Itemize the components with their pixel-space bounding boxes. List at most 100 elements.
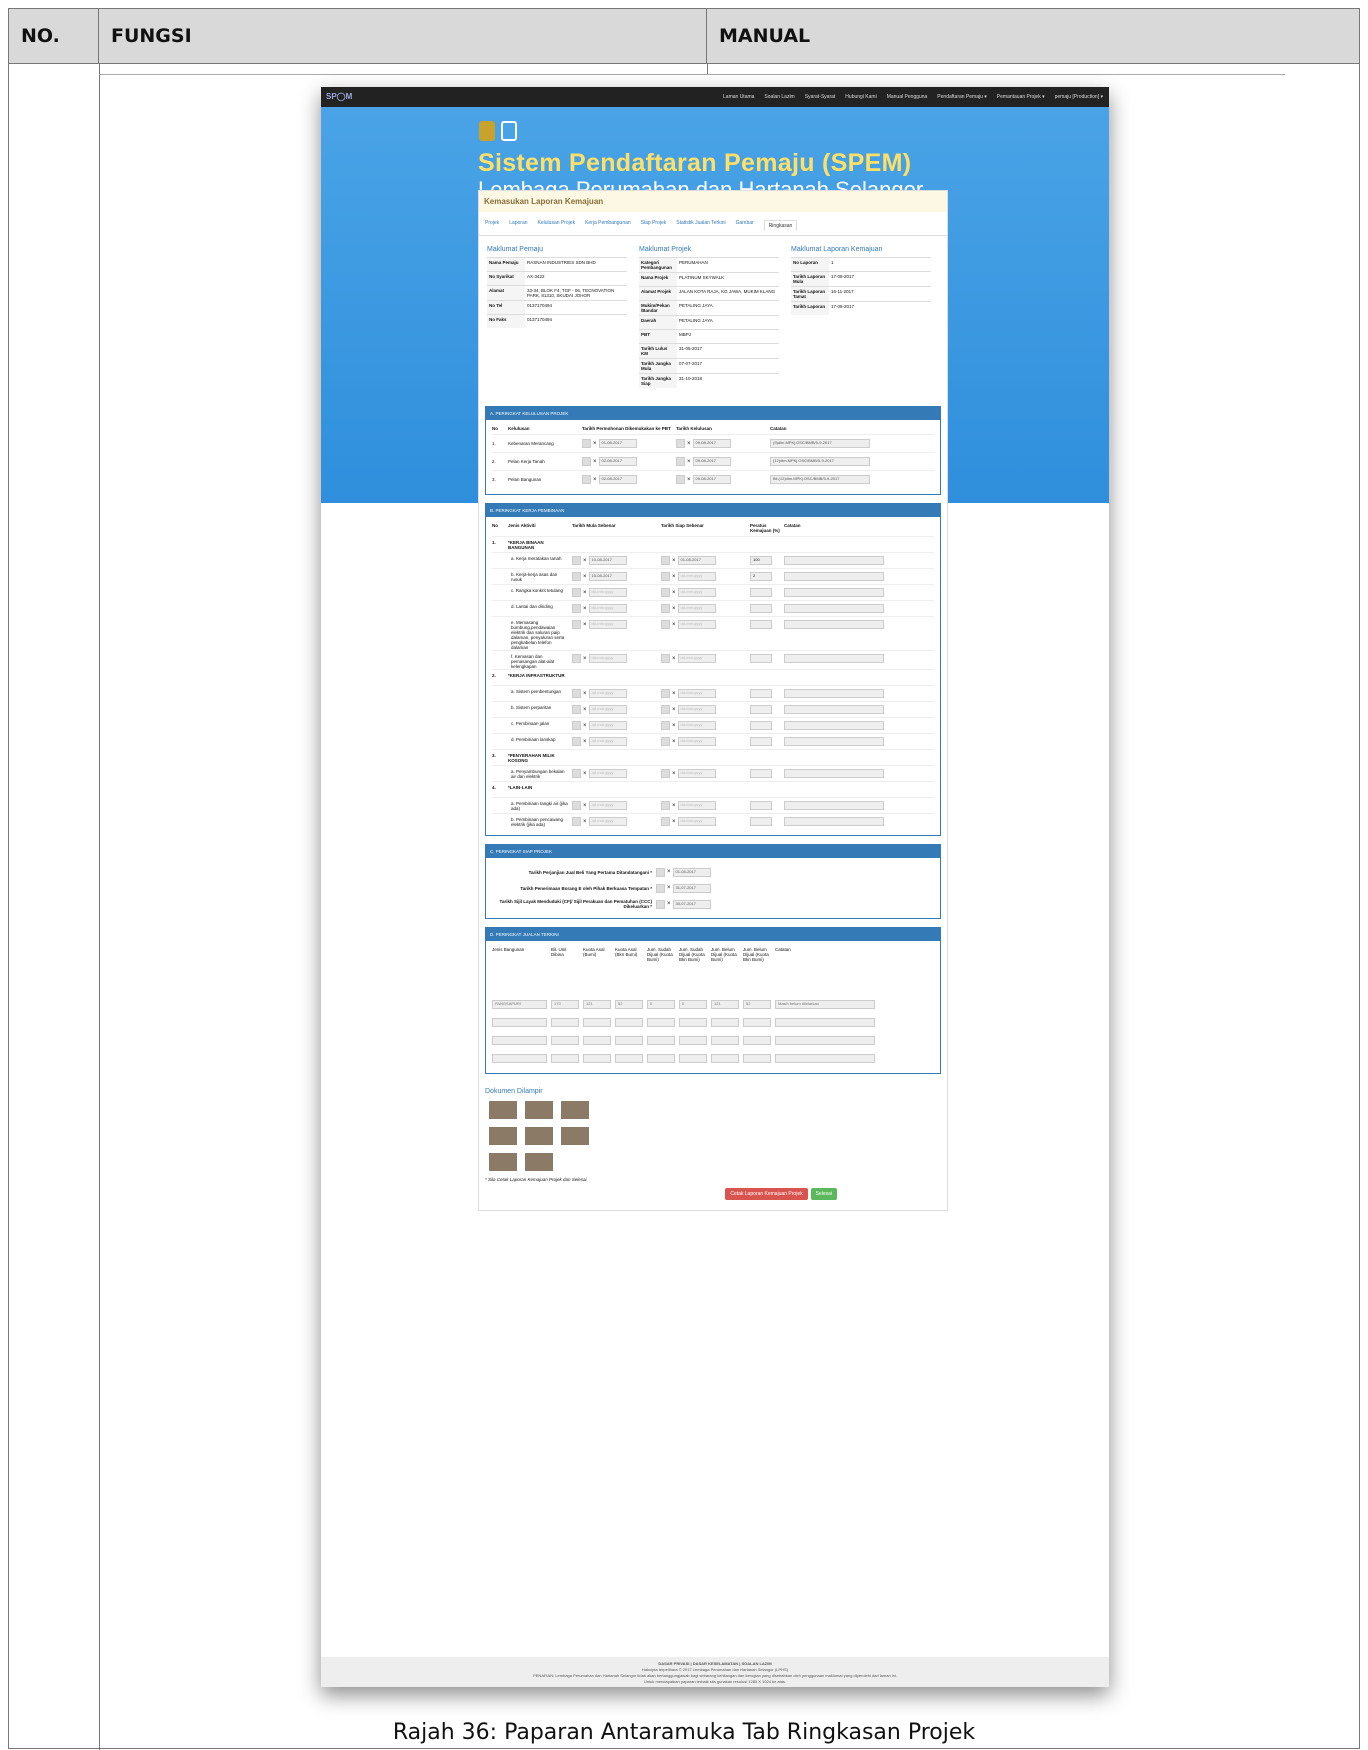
date-input[interactable]: dd-mm-yyyy [588,721,627,730]
sales-input[interactable] [615,1053,643,1063]
percent-input[interactable]: 2 [750,572,772,581]
catatan-input[interactable]: (9)dlm.MPKj.OSC/BMB/5-9-2017 [770,439,870,448]
nav-soalan-lazim[interactable]: Soalan Lazim [764,94,794,100]
clear-icon[interactable]: × [583,558,587,564]
sales-input[interactable] [492,1017,547,1027]
percent-input[interactable] [750,801,772,810]
percent-input[interactable]: 100 [750,556,772,565]
date-input[interactable]: dd-mm-yyyy [677,817,716,826]
date-input[interactable]: dd-mm-yyyy [677,689,716,698]
calendar-icon[interactable] [661,817,670,826]
date-input[interactable]: dd-mm-yyyy [677,572,716,581]
clear-icon[interactable]: × [667,901,671,907]
calendar-icon[interactable] [572,705,581,714]
clear-icon[interactable]: × [672,574,676,580]
calendar-icon[interactable] [656,899,665,909]
calendar-icon[interactable] [572,588,581,597]
percent-input[interactable] [750,654,772,663]
catatan-input[interactable] [784,620,884,629]
clear-icon[interactable]: × [583,739,587,745]
tab-kerja[interactable]: Kerja Pembangunan [585,220,631,231]
clear-icon[interactable]: × [593,441,597,447]
catatan-input[interactable] [784,817,884,826]
clear-icon[interactable]: × [687,459,691,465]
date-input[interactable]: dd-mm-yyyy [588,620,627,629]
clear-icon[interactable]: × [672,707,676,713]
photo-thumbnail[interactable] [525,1153,553,1171]
nav-manual[interactable]: Manual Pengguna [887,94,928,100]
catatan-input[interactable] [784,572,884,581]
calendar-icon[interactable] [572,654,581,663]
tab-statistik[interactable]: Statistik Jualan Terkini [676,220,725,231]
date-input[interactable]: dd-mm-yyyy [677,654,716,663]
tab-projek[interactable]: Projek [485,220,499,231]
clear-icon[interactable]: × [672,739,676,745]
sales-input[interactable] [711,1017,739,1027]
calendar-icon[interactable] [676,475,685,484]
date-input[interactable]: dd-mm-yyyy [588,654,627,663]
sales-input[interactable] [679,1035,707,1045]
sales-input[interactable] [743,1053,771,1063]
date-input[interactable]: dd-mm-yyyy [588,737,627,746]
tab-laporan[interactable]: Laporan [509,220,527,231]
calendar-icon[interactable] [676,457,685,466]
percent-input[interactable] [750,737,772,746]
clear-icon[interactable]: × [583,590,587,596]
percent-input[interactable] [750,817,772,826]
date-input[interactable]: 02-08-2017 [598,475,637,484]
date-input[interactable]: dd-mm-yyyy [588,769,627,778]
sales-input[interactable]: 0 [679,999,707,1009]
clear-icon[interactable]: × [672,590,676,596]
percent-input[interactable] [750,705,772,714]
brand-logo[interactable]: SP◯M [326,92,352,101]
catatan-input[interactable] [784,769,884,778]
date-input[interactable]: dd-mm-yyyy [588,604,627,613]
clear-icon[interactable]: × [672,622,676,628]
clear-icon[interactable]: × [583,771,587,777]
photo-thumbnail[interactable] [525,1101,553,1119]
date-input[interactable]: dd-mm-yyyy [677,604,716,613]
calendar-icon[interactable] [582,475,591,484]
tab-kelulusan[interactable]: Kelulusan Projek [538,220,576,231]
clear-icon[interactable]: × [672,606,676,612]
sales-input[interactable]: 121 [583,999,611,1009]
catatan-input[interactable] [784,604,884,613]
sales-input[interactable] [492,1053,547,1063]
calendar-icon[interactable] [572,604,581,613]
calendar-icon[interactable] [582,439,591,448]
clear-icon[interactable]: × [672,771,676,777]
percent-input[interactable] [750,620,772,629]
clear-icon[interactable]: × [583,691,587,697]
date-input[interactable]: dd-mm-yyyy [588,689,627,698]
date-input[interactable]: dd-mm-yyyy [677,705,716,714]
calendar-icon[interactable] [572,769,581,778]
photo-thumbnail[interactable] [489,1101,517,1119]
date-input[interactable]: dd-mm-yyyy [677,620,716,629]
print-report-button[interactable]: Cetak Laporan Kemajuan Projek [725,1188,808,1200]
calendar-icon[interactable] [661,737,670,746]
calendar-icon[interactable] [572,817,581,826]
catatan-input[interactable] [784,588,884,597]
sales-input[interactable] [583,1017,611,1027]
nav-pemantauan[interactable]: Pemantauan Projek ▾ [997,94,1045,100]
clear-icon[interactable]: × [583,803,587,809]
date-input[interactable]: dd-mm-yyyy [677,769,716,778]
sales-input[interactable] [583,1035,611,1045]
percent-input[interactable] [750,721,772,730]
tab-siap[interactable]: Siap Projek [641,220,667,231]
sales-input[interactable] [743,1035,771,1045]
catatan-input[interactable] [784,721,884,730]
clear-icon[interactable]: × [593,477,597,483]
percent-input[interactable] [750,604,772,613]
sales-input[interactable] [775,1035,875,1045]
catatan-input[interactable] [784,705,884,714]
sales-input[interactable] [775,1017,875,1027]
date-input[interactable]: 02-08-2017 [598,457,637,466]
clear-icon[interactable]: × [672,723,676,729]
date-input[interactable]: dd-mm-yyyy [588,705,627,714]
catatan-input[interactable] [784,737,884,746]
calendar-icon[interactable] [661,769,670,778]
nav-hubungi[interactable]: Hubungi Kami [845,94,876,100]
clear-icon[interactable]: × [672,691,676,697]
catatan-input[interactable] [784,556,884,565]
